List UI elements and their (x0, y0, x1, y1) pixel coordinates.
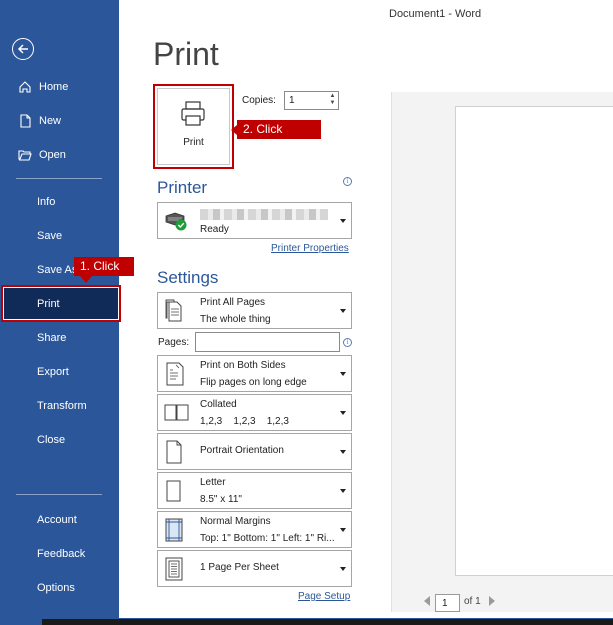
pages-per-sheet-dropdown[interactable]: 1 Page Per Sheet (157, 550, 352, 587)
paper-size-dropdown[interactable]: Letter 8.5" x 11" (157, 472, 352, 509)
chevron-down-icon (340, 219, 346, 223)
dropdown-line1: Print All Pages (200, 297, 266, 308)
preview-divider (391, 92, 392, 612)
taskbar-edge (42, 619, 613, 625)
dropdown-line1: Print on Both Sides (200, 360, 286, 371)
info-icon[interactable]: i (343, 177, 352, 186)
sidebar-item-open[interactable]: Open (0, 138, 119, 172)
dropdown-line1: Normal Margins (200, 516, 271, 527)
sidebar-item-label: Print (37, 297, 60, 310)
printer-status: Ready (200, 224, 229, 235)
chevron-down-icon (340, 309, 346, 313)
info-icon[interactable]: i (343, 338, 352, 347)
sidebar-item-label: Export (37, 366, 69, 378)
print-button[interactable]: Print (153, 84, 234, 169)
step-2-callout: 2. Click (231, 120, 321, 139)
backstage-sidebar: Home New Open Info Save Save As Print Sh… (0, 0, 121, 625)
sidebar-item-export[interactable]: Export (0, 355, 119, 389)
chevron-down-icon (340, 489, 346, 493)
collated-icon (164, 404, 189, 421)
sidebar-item-new[interactable]: New (0, 104, 119, 138)
sidebar-item-home[interactable]: Home (0, 70, 119, 104)
sidebar-item-print[interactable]: Print (1, 285, 121, 322)
sidebar-item-label: New (39, 115, 62, 127)
pages-input[interactable] (195, 332, 340, 352)
new-document-icon (20, 114, 31, 128)
back-arrow-icon[interactable] (12, 38, 34, 60)
paper-icon (166, 480, 181, 502)
sidebar-item-label: Account (37, 514, 77, 526)
folder-icon (18, 150, 32, 161)
sidebar-item-label: Info (37, 196, 56, 208)
sidebar-item-label: Options (37, 582, 75, 594)
collation-dropdown[interactable]: Collated 1,2,3 1,2,3 1,2,3 (157, 394, 352, 431)
printer-ready-icon (165, 212, 187, 231)
previous-page-icon[interactable] (424, 596, 430, 606)
pages-icon (165, 299, 182, 322)
orientation-dropdown[interactable]: Portrait Orientation (157, 433, 352, 470)
home-icon (19, 81, 31, 93)
next-page-icon[interactable] (489, 596, 495, 606)
page-count: of 1 (464, 596, 481, 607)
sidebar-item-label: Close (37, 434, 66, 446)
sidebar-item-label: Save (37, 230, 63, 242)
dropdown-line2: The whole thing (200, 314, 271, 325)
spin-arrows-icon[interactable]: ▲ ▼ (328, 93, 337, 108)
sidebar-item-account[interactable]: Account (0, 503, 119, 537)
sidebar-item-share[interactable]: Share (0, 321, 119, 355)
sidebar-item-close[interactable]: Close (0, 423, 119, 457)
sidebar-item-label: Share (37, 332, 67, 344)
dropdown-line2: 8.5" x 11" (200, 494, 242, 505)
settings-section-title: Settings (157, 268, 219, 287)
copies-value: 1 (289, 95, 295, 106)
sidebar-divider (16, 494, 102, 495)
sidebar-item-label: Open (39, 149, 66, 161)
dropdown-line2: Top: 1" Bottom: 1" Left: 1" Ri... (200, 533, 335, 544)
printer-dropdown[interactable]: Ready (157, 202, 352, 239)
copies-stepper[interactable]: 1 ▲ ▼ (284, 91, 339, 110)
portrait-icon (166, 440, 182, 464)
dropdown-line1: Portrait Orientation (200, 445, 284, 456)
print-button-label: Print (183, 137, 204, 148)
sidebar-item-label: Feedback (37, 548, 86, 560)
dropdown-line1: 1 Page Per Sheet (200, 562, 279, 573)
print-range-dropdown[interactable]: Print All Pages The whole thing (157, 292, 352, 329)
page-title: Print (153, 36, 219, 72)
pages-label: Pages: (158, 337, 190, 348)
step-1-callout: 1. Click (74, 257, 134, 283)
chevron-down-icon (340, 372, 346, 376)
sidebar-item-label: Save As (37, 264, 78, 276)
chevron-down-icon (340, 450, 346, 454)
duplex-icon (166, 362, 184, 386)
sidebar-item-label: Home (39, 81, 69, 93)
page-setup-link[interactable]: Page Setup (298, 591, 350, 602)
margins-dropdown[interactable]: Normal Margins Top: 1" Bottom: 1" Left: … (157, 511, 352, 548)
duplex-dropdown[interactable]: Print on Both Sides Flip pages on long e… (157, 355, 352, 392)
window-title: Document1 - Word (389, 8, 482, 20)
printer-icon (181, 101, 205, 126)
sidebar-item-options[interactable]: Options (0, 571, 119, 605)
printer-properties-link[interactable]: Printer Properties (271, 243, 349, 254)
sidebar-item-feedback[interactable]: Feedback (0, 537, 119, 571)
sidebar-divider (16, 178, 102, 179)
dropdown-line1: Collated (200, 399, 237, 410)
margins-icon (165, 518, 183, 542)
sidebar-item-info[interactable]: Info (0, 185, 119, 219)
current-page-input[interactable]: 1 (435, 594, 460, 612)
printer-name-redacted (200, 209, 328, 220)
sidebar-item-label: Transform (37, 400, 87, 412)
sidebar-item-save[interactable]: Save (0, 219, 119, 253)
chevron-down-icon (340, 411, 346, 415)
chevron-down-icon (340, 567, 346, 571)
sidebar-item-transform[interactable]: Transform (0, 389, 119, 423)
dropdown-line2: Flip pages on long edge (200, 377, 307, 388)
chevron-down-icon (340, 528, 346, 532)
printer-section-title: Printer (157, 178, 208, 197)
preview-page (455, 106, 613, 576)
pages-per-sheet-icon (165, 557, 183, 581)
copies-label: Copies: (242, 95, 276, 106)
dropdown-line1: Letter (200, 477, 226, 488)
dropdown-line2: 1,2,3 1,2,3 1,2,3 (200, 416, 289, 427)
